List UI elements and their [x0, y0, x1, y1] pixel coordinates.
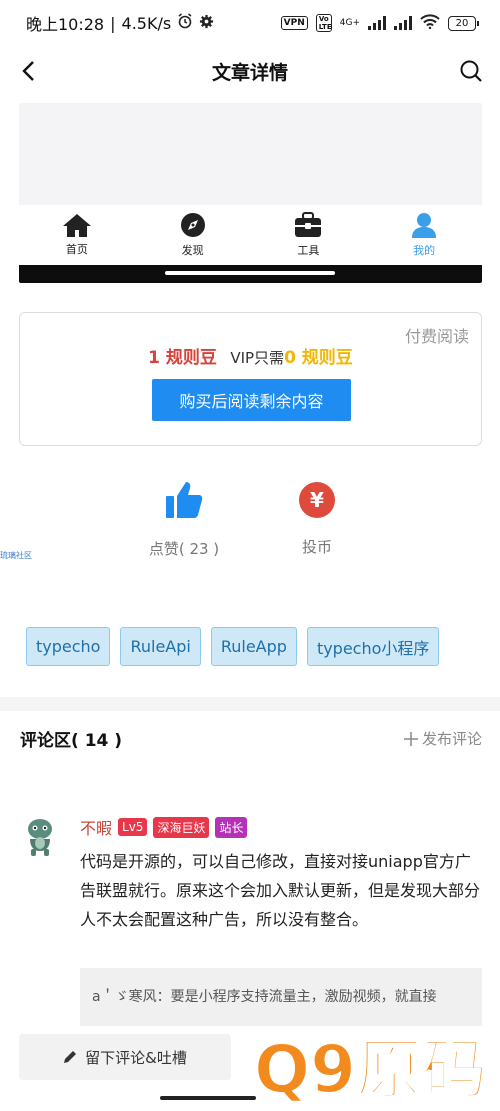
- article-actions: 点赞( 23 ) ¥ 投币: [0, 480, 500, 580]
- bottom-bar: 留下评论&吐槽 Q9原码: [0, 1026, 500, 1111]
- side-note: 琉璃社区: [0, 551, 32, 560]
- volte-badge: Vo LTE: [315, 14, 332, 32]
- search-button[interactable]: [456, 56, 486, 86]
- leave-comment-button[interactable]: 留下评论&吐槽: [19, 1034, 231, 1080]
- embedded-home-indicator: [19, 265, 482, 283]
- yen-coin-icon: ¥: [299, 482, 335, 518]
- tag-item[interactable]: RuleApi: [120, 627, 201, 666]
- commenter-name[interactable]: 不暇: [80, 815, 112, 839]
- thumbs-up-icon: [166, 482, 203, 518]
- search-icon: [460, 60, 482, 82]
- level-badge: Lv5: [118, 818, 148, 836]
- pencil-icon: [64, 1051, 77, 1063]
- embedded-tab-tools: 工具: [251, 205, 367, 265]
- tip-label: 投币: [301, 538, 332, 556]
- battery-level: 20: [455, 17, 469, 29]
- tag-item[interactable]: RuleApp: [210, 627, 297, 666]
- home-indicator: [160, 1096, 256, 1100]
- paywall-price: 1 规则豆 VIP只需0 规则豆: [20, 343, 481, 368]
- home-icon: [62, 214, 91, 237]
- buy-to-read-button[interactable]: 购买后阅读剩余内容: [152, 379, 351, 421]
- alarm-icon: [177, 13, 193, 33]
- tag-item[interactable]: typecho: [26, 627, 111, 666]
- watermark-logo: Q9原码: [252, 1026, 500, 1109]
- battery-icon: 20: [448, 15, 479, 31]
- avatar[interactable]: [20, 815, 62, 857]
- section-divider: [0, 697, 500, 711]
- embedded-tab-bar: 首页 发现 工具 我的: [19, 205, 482, 265]
- embedded-tab-mine: 我的: [366, 205, 482, 265]
- post-comment-label: 发布评论: [421, 730, 482, 748]
- signal-icon-2: [394, 16, 412, 30]
- like-count: 点赞( 23 ): [148, 540, 220, 558]
- article-image: 首页 发现 工具 我的: [19, 103, 482, 283]
- toolbox-icon: [295, 212, 322, 237]
- svg-text:Q9原码: Q9原码: [254, 1031, 488, 1106]
- role-badge: 站长: [215, 816, 248, 838]
- status-time: 晚上10:28: [26, 15, 105, 34]
- paywall-card: 付费阅读 1 规则豆 VIP只需0 规则豆 购买后阅读剩余内容: [19, 312, 482, 446]
- status-bar: 晚上10:28 | 4.5K/s VPN Vo LTE 4G+ 20: [0, 0, 500, 46]
- status-net-speed: 4.5K/s: [121, 13, 172, 33]
- plus-icon: [403, 731, 418, 746]
- reply-text: a＇ゞ寒风：要是小程序支持流量主，激励视频，就直接: [92, 989, 437, 1005]
- tag-item[interactable]: typecho小程序: [306, 627, 440, 666]
- nav-bar: 文章详情: [0, 46, 500, 96]
- title-badge: 深海巨妖: [153, 816, 210, 838]
- wifi-icon: [420, 14, 440, 32]
- comment-text: 代码是开源的，可以自己修改，直接对接uniapp官方广告联盟就行。原来这个会加入…: [80, 852, 481, 929]
- post-comment-button[interactable]: 发布评论: [403, 728, 482, 749]
- tag-list: typecho RuleApi RuleApp typecho小程序: [26, 627, 440, 666]
- embedded-tab-home: 首页: [19, 205, 135, 265]
- vip-price: 0 规则豆: [284, 348, 353, 368]
- tip-coin-button[interactable]: ¥ 投币: [257, 480, 377, 557]
- signal-icon: [368, 16, 386, 30]
- comments-title: 评论区( 14 ): [20, 731, 123, 751]
- leave-comment-label: 留下评论&吐槽: [85, 1048, 187, 1067]
- network-type: 4G+: [339, 18, 360, 28]
- comments-header: 评论区( 14 ) 发布评论: [20, 726, 482, 751]
- page-title: 文章详情: [211, 61, 288, 84]
- chevron-left-icon: [22, 61, 34, 81]
- vip-prefix: VIP只需: [230, 349, 285, 367]
- like-button[interactable]: 点赞( 23 ): [124, 480, 244, 559]
- embedded-tab-discover: 发现: [135, 205, 251, 265]
- price-amount: 1 规则豆: [148, 348, 217, 368]
- back-button[interactable]: [14, 56, 44, 86]
- compass-icon: [180, 213, 205, 237]
- vpn-badge: VPN: [280, 16, 308, 30]
- settings-gear-icon: [199, 14, 214, 33]
- user-icon: [412, 213, 437, 238]
- comment-meta: 不暇 Lv5 深海巨妖 站长: [80, 815, 482, 839]
